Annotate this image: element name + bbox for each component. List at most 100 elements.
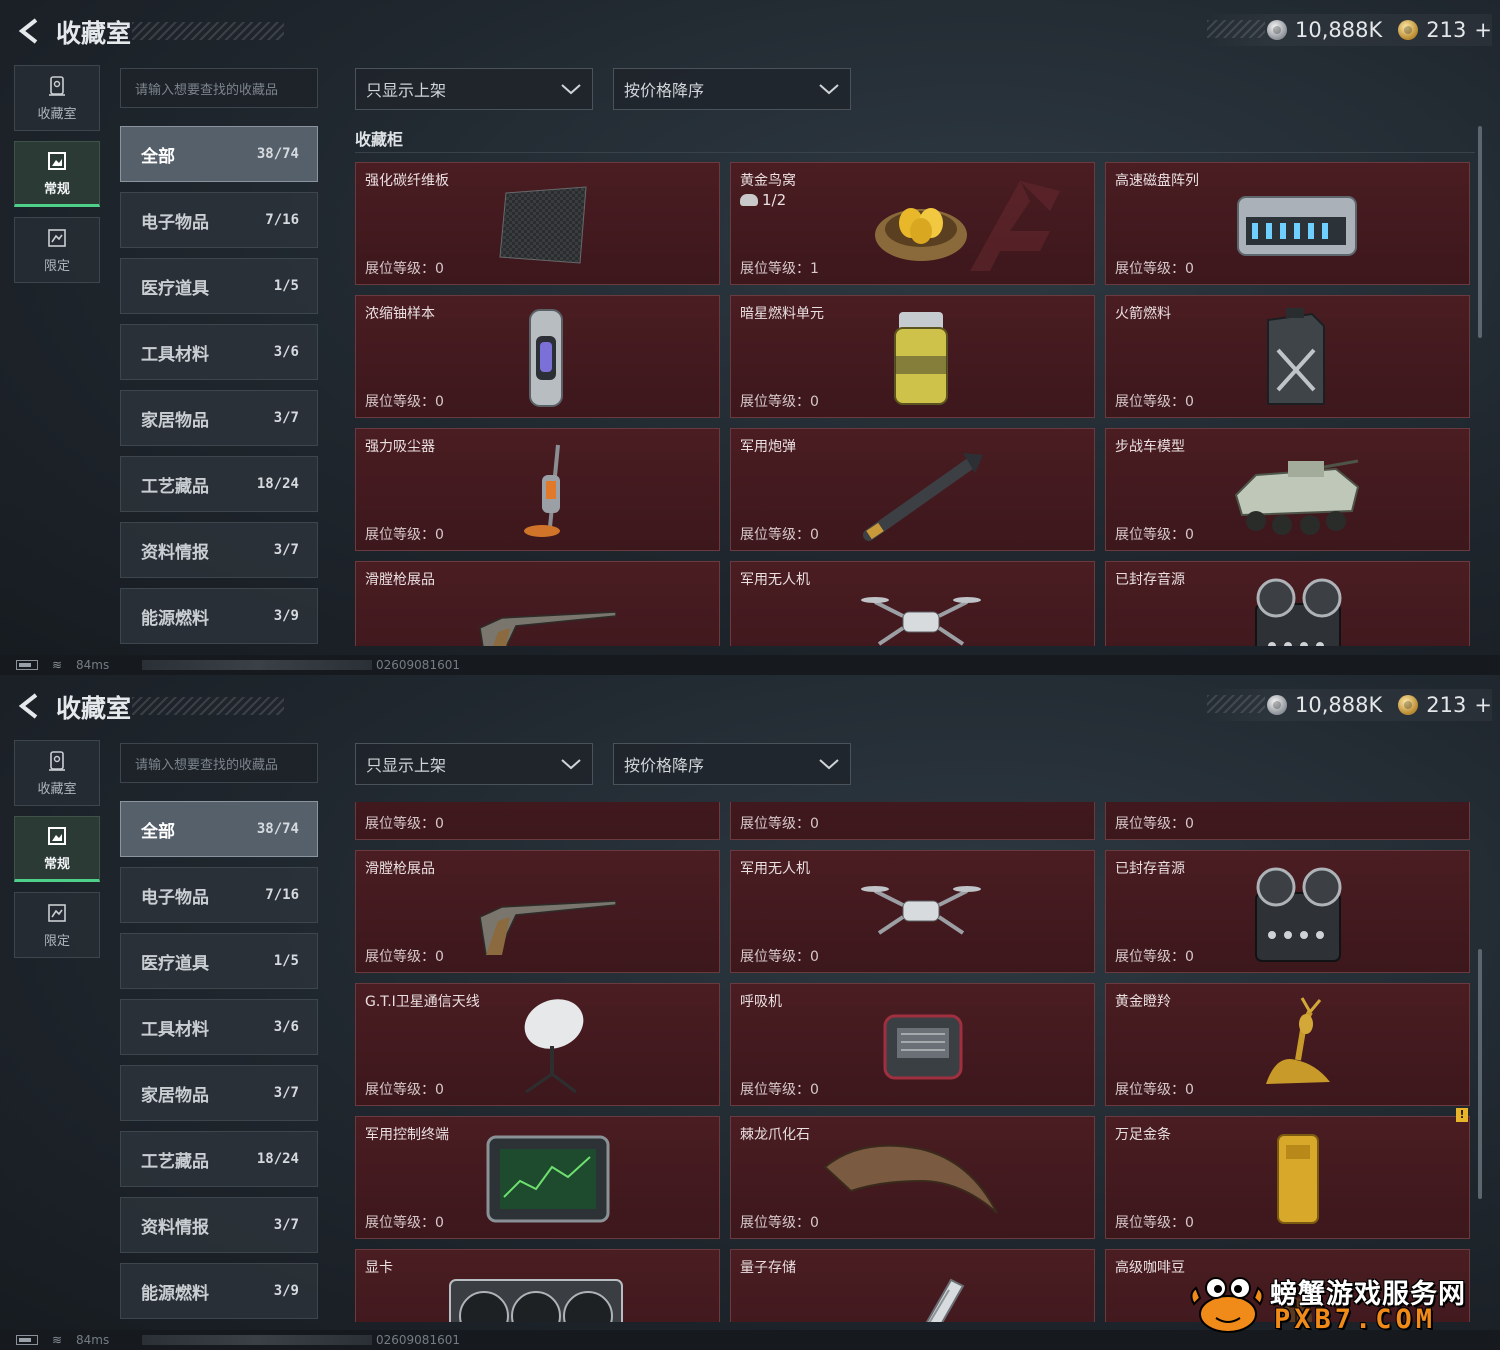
category-item[interactable]: 家居物品 3/7 bbox=[120, 390, 318, 446]
collection-card[interactable]: 棘龙爪化石 展位等级：0 bbox=[730, 1116, 1095, 1239]
gold-amount: 213 bbox=[1426, 18, 1467, 42]
collection-card[interactable]: 展位等级：0 bbox=[730, 802, 1095, 840]
side-tab-1[interactable]: 常规 bbox=[14, 816, 100, 882]
category-item[interactable]: 电子物品 7/16 bbox=[120, 867, 318, 923]
search-input[interactable]: 请输入想要查找的收藏品 bbox=[120, 743, 318, 783]
category-item[interactable]: 能源燃料 3/9 bbox=[120, 1263, 318, 1319]
drone-icon bbox=[851, 572, 991, 646]
collection-card[interactable]: 军用无人机 展位等级：0 bbox=[730, 850, 1095, 973]
collection-card[interactable]: 呼吸机 展位等级：0 bbox=[730, 983, 1095, 1106]
item-level-value: 0 bbox=[1185, 261, 1194, 277]
category-item[interactable]: 全部 38/74 bbox=[120, 801, 318, 857]
collection-card[interactable]: 滑膛枪展品 展位等级：0 bbox=[355, 850, 720, 973]
item-level-value: 0 bbox=[435, 816, 444, 832]
collection-card[interactable]: 已封存音源 bbox=[1105, 561, 1470, 646]
category-item[interactable]: 工具材料 3/6 bbox=[120, 999, 318, 1055]
item-level-label: 展位等级： bbox=[365, 816, 435, 832]
collection-card[interactable]: 滑膛枪展品 bbox=[355, 561, 720, 646]
category-count: 1/5 bbox=[273, 278, 299, 294]
category-name: 工艺藏品 bbox=[141, 476, 209, 497]
item-name: 高速磁盘阵列 bbox=[1115, 173, 1199, 189]
graphics-card-icon bbox=[446, 1260, 626, 1322]
add-currency-button[interactable]: + bbox=[1474, 693, 1492, 717]
item-name: 黄金瞪羚 bbox=[1115, 994, 1171, 1010]
item-name: G.T.I卫星通信天线 bbox=[365, 994, 480, 1010]
add-currency-button[interactable]: + bbox=[1474, 18, 1492, 42]
collection-card[interactable]: 已封存音源 展位等级：0 bbox=[1105, 850, 1470, 973]
item-level-value: 0 bbox=[1185, 949, 1194, 965]
sort-dropdown[interactable]: 按价格降序 bbox=[613, 68, 851, 110]
collection-card[interactable]: 军用无人机 bbox=[730, 561, 1095, 646]
category-item[interactable]: 医疗道具 1/5 bbox=[120, 258, 318, 314]
collection-card[interactable]: 步战车模型 展位等级：0 bbox=[1105, 428, 1470, 551]
collection-card[interactable]: 万足金条 展位等级：0 bbox=[1105, 1116, 1470, 1239]
vault-icon bbox=[46, 75, 68, 97]
top-bar: 收藏室 10,888K 213 + bbox=[0, 675, 1500, 737]
copies-icon bbox=[740, 194, 758, 206]
category-item[interactable]: 电子物品 7/16 bbox=[120, 192, 318, 248]
category-name: 工艺藏品 bbox=[141, 1151, 209, 1172]
collection-card[interactable]: 高速磁盘阵列 展位等级：0 bbox=[1105, 162, 1470, 285]
section-title: 收藏柜 bbox=[355, 130, 404, 149]
item-level-value: 0 bbox=[810, 1082, 819, 1098]
sort-dropdown[interactable]: 按价格降序 bbox=[613, 743, 851, 785]
category-item[interactable]: 家居物品 3/7 bbox=[120, 1065, 318, 1121]
item-name: 滑膛枪展品 bbox=[365, 861, 435, 877]
currency-bar: 10,888K 213 + bbox=[1207, 689, 1492, 721]
blurred-info bbox=[142, 660, 372, 670]
item-level: 展位等级：0 bbox=[365, 391, 444, 411]
item-name: 黄金鸟窝 bbox=[740, 173, 796, 189]
item-level: 展位等级：0 bbox=[1115, 391, 1194, 411]
back-arrow-icon bbox=[18, 693, 38, 719]
collection-card[interactable]: 强力吸尘器 展位等级：0 bbox=[355, 428, 720, 551]
side-tab-2[interactable]: 限定 bbox=[14, 217, 100, 283]
item-level-label: 展位等级： bbox=[365, 261, 435, 277]
item-level-label: 展位等级： bbox=[365, 1215, 435, 1231]
side-tab-1[interactable]: 常规 bbox=[14, 141, 100, 207]
category-count: 38/74 bbox=[256, 146, 299, 162]
collection-card[interactable]: 暗星燃料单元 展位等级：0 bbox=[730, 295, 1095, 418]
collection-card[interactable]: 军用控制终端 展位等级：0 bbox=[355, 1116, 720, 1239]
collection-card[interactable]: 量子存储 bbox=[730, 1249, 1095, 1322]
shelf-filter-dropdown[interactable]: 只显示上架 bbox=[355, 68, 593, 110]
category-item[interactable]: 工艺藏品 18/24 bbox=[120, 456, 318, 512]
category-item[interactable]: 工艺藏品 18/24 bbox=[120, 1131, 318, 1187]
shelf-filter-dropdown[interactable]: 只显示上架 bbox=[355, 743, 593, 785]
category-item[interactable]: 工具材料 3/6 bbox=[120, 324, 318, 380]
frame-icon bbox=[46, 825, 68, 847]
item-level-value: 0 bbox=[435, 527, 444, 543]
category-name: 家居物品 bbox=[141, 410, 209, 431]
item-level: 展位等级：0 bbox=[740, 813, 819, 833]
collection-card[interactable]: 展位等级：0 bbox=[355, 802, 720, 840]
side-tab-2[interactable]: 限定 bbox=[14, 892, 100, 958]
item-level-value: 0 bbox=[435, 261, 444, 277]
category-item[interactable]: 能源燃料 3/9 bbox=[120, 588, 318, 644]
back-button[interactable] bbox=[14, 16, 44, 46]
collection-card[interactable]: 火箭燃料 展位等级：0 bbox=[1105, 295, 1470, 418]
search-input[interactable]: 请输入想要查找的收藏品 bbox=[120, 68, 318, 108]
back-button[interactable] bbox=[14, 691, 44, 721]
collection-card[interactable]: 浓缩铀样本 展位等级：0 bbox=[355, 295, 720, 418]
collection-card[interactable]: 军用炮弹 展位等级：0 bbox=[730, 428, 1095, 551]
category-item[interactable]: 资料情报 3/7 bbox=[120, 1197, 318, 1253]
side-tab-0[interactable]: 收藏室 bbox=[14, 740, 100, 806]
item-name: 棘龙爪化石 bbox=[740, 1127, 810, 1143]
collection-card[interactable]: 展位等级：0 bbox=[1105, 802, 1470, 840]
collection-card[interactable]: 黄金鸟窝 1/2 展位等级：1 bbox=[730, 162, 1095, 285]
collection-card[interactable]: 显卡 bbox=[355, 1249, 720, 1322]
collection-card[interactable]: 强化碳纤维板 展位等级：0 bbox=[355, 162, 720, 285]
category-item[interactable]: 全部 38/74 bbox=[120, 126, 318, 182]
category-count: 3/7 bbox=[273, 1217, 299, 1233]
scrollbar[interactable] bbox=[1478, 949, 1482, 1199]
category-item[interactable]: 资料情报 3/7 bbox=[120, 522, 318, 578]
gold-bar-icon bbox=[1226, 1127, 1366, 1231]
side-tab-0[interactable]: 收藏室 bbox=[14, 65, 100, 131]
item-name: 火箭燃料 bbox=[1115, 306, 1171, 322]
item-level-value: 0 bbox=[810, 527, 819, 543]
category-item[interactable]: 医疗道具 1/5 bbox=[120, 933, 318, 989]
item-level-value: 0 bbox=[1185, 527, 1194, 543]
collection-card[interactable]: 黄金瞪羚 展位等级：0 bbox=[1105, 983, 1470, 1106]
collection-card[interactable]: G.T.I卫星通信天线 展位等级：0 bbox=[355, 983, 720, 1106]
scrollbar[interactable] bbox=[1478, 126, 1482, 338]
chevron-down-icon bbox=[561, 759, 581, 770]
